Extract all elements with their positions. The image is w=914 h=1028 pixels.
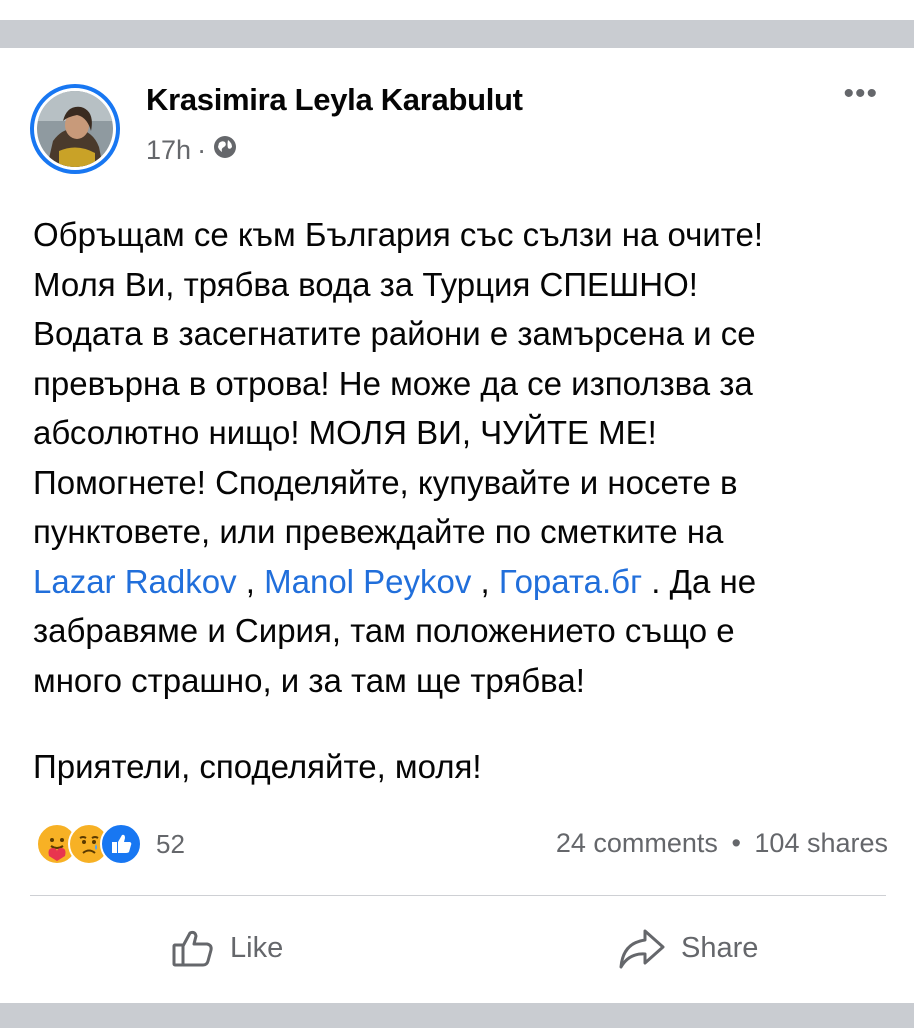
engagement-stats: 24 comments • 104 shares: [556, 828, 888, 859]
reaction-count: 52: [156, 828, 185, 859]
body-line: превърна в отрова! Не може да се използв…: [33, 364, 753, 402]
share-label: Share: [681, 931, 759, 964]
like-label: Like: [230, 931, 284, 964]
like-icon: [100, 823, 142, 865]
mention-manol-peykov[interactable]: Manol Peykov: [264, 563, 471, 600]
author-name[interactable]: Krasimira Leyla Karabulut: [146, 82, 523, 118]
post-meta: 17h ·: [146, 134, 238, 167]
body-line: Обръщам се към България със сълзи на очи…: [33, 216, 764, 253]
post-card: Krasimira Leyla Karabulut 17h · ••• Обръ…: [0, 48, 914, 1003]
stats-separator: •: [731, 828, 741, 858]
body-line: Водата в засегнатите райони е замърсена …: [33, 315, 756, 352]
body-line: абсолютно нищо! МОЛЯ ВИ, ЧУЙТЕ МЕ!: [33, 414, 657, 451]
body-line: Моля Ви, трябва вода за Турция СПЕШНО!: [33, 265, 698, 303]
reactions-summary[interactable]: 52: [36, 823, 185, 865]
top-divider-band: [0, 20, 914, 48]
post-closing: Приятели, споделяйте, моля!: [33, 748, 482, 785]
shares-count[interactable]: 104 shares: [754, 828, 888, 858]
post-body: Обръщам се към България със сълзи на очи…: [33, 210, 883, 705]
post-time[interactable]: 17h: [146, 135, 191, 166]
body-line: много страшно, и за там ще трябва!: [33, 661, 585, 699]
comments-count[interactable]: 24 comments: [556, 828, 718, 858]
mention-separator: ,: [471, 562, 499, 600]
avatar[interactable]: [30, 84, 120, 174]
thumbs-up-icon: [172, 930, 213, 967]
share-arrow-icon: [619, 929, 665, 969]
globe-icon: [212, 134, 238, 167]
mentions-line: Lazar Radkov , Manol Peykov , Гората.бг …: [33, 557, 883, 607]
actions-divider: [30, 895, 886, 896]
avatar-photo: [37, 91, 113, 167]
share-button[interactable]: Share: [617, 925, 758, 971]
meta-separator: ·: [197, 135, 207, 165]
after-mentions-text: . Да не: [642, 562, 757, 600]
bottom-divider-band: [0, 1003, 914, 1028]
body-line: пунктовете, или превеждайте по сметките …: [33, 513, 724, 550]
mention-gorata-bg[interactable]: Гората.бг: [499, 563, 642, 600]
like-button[interactable]: Like: [170, 925, 283, 971]
body-line: забравяме и Сирия, там положението също …: [33, 612, 735, 649]
mention-lazar-radkov[interactable]: Lazar Radkov: [33, 563, 237, 600]
body-line: Помогнете! Споделяйте, купувайте и носет…: [33, 463, 738, 501]
more-options-icon[interactable]: •••: [843, 79, 878, 109]
mention-separator: ,: [236, 562, 265, 600]
